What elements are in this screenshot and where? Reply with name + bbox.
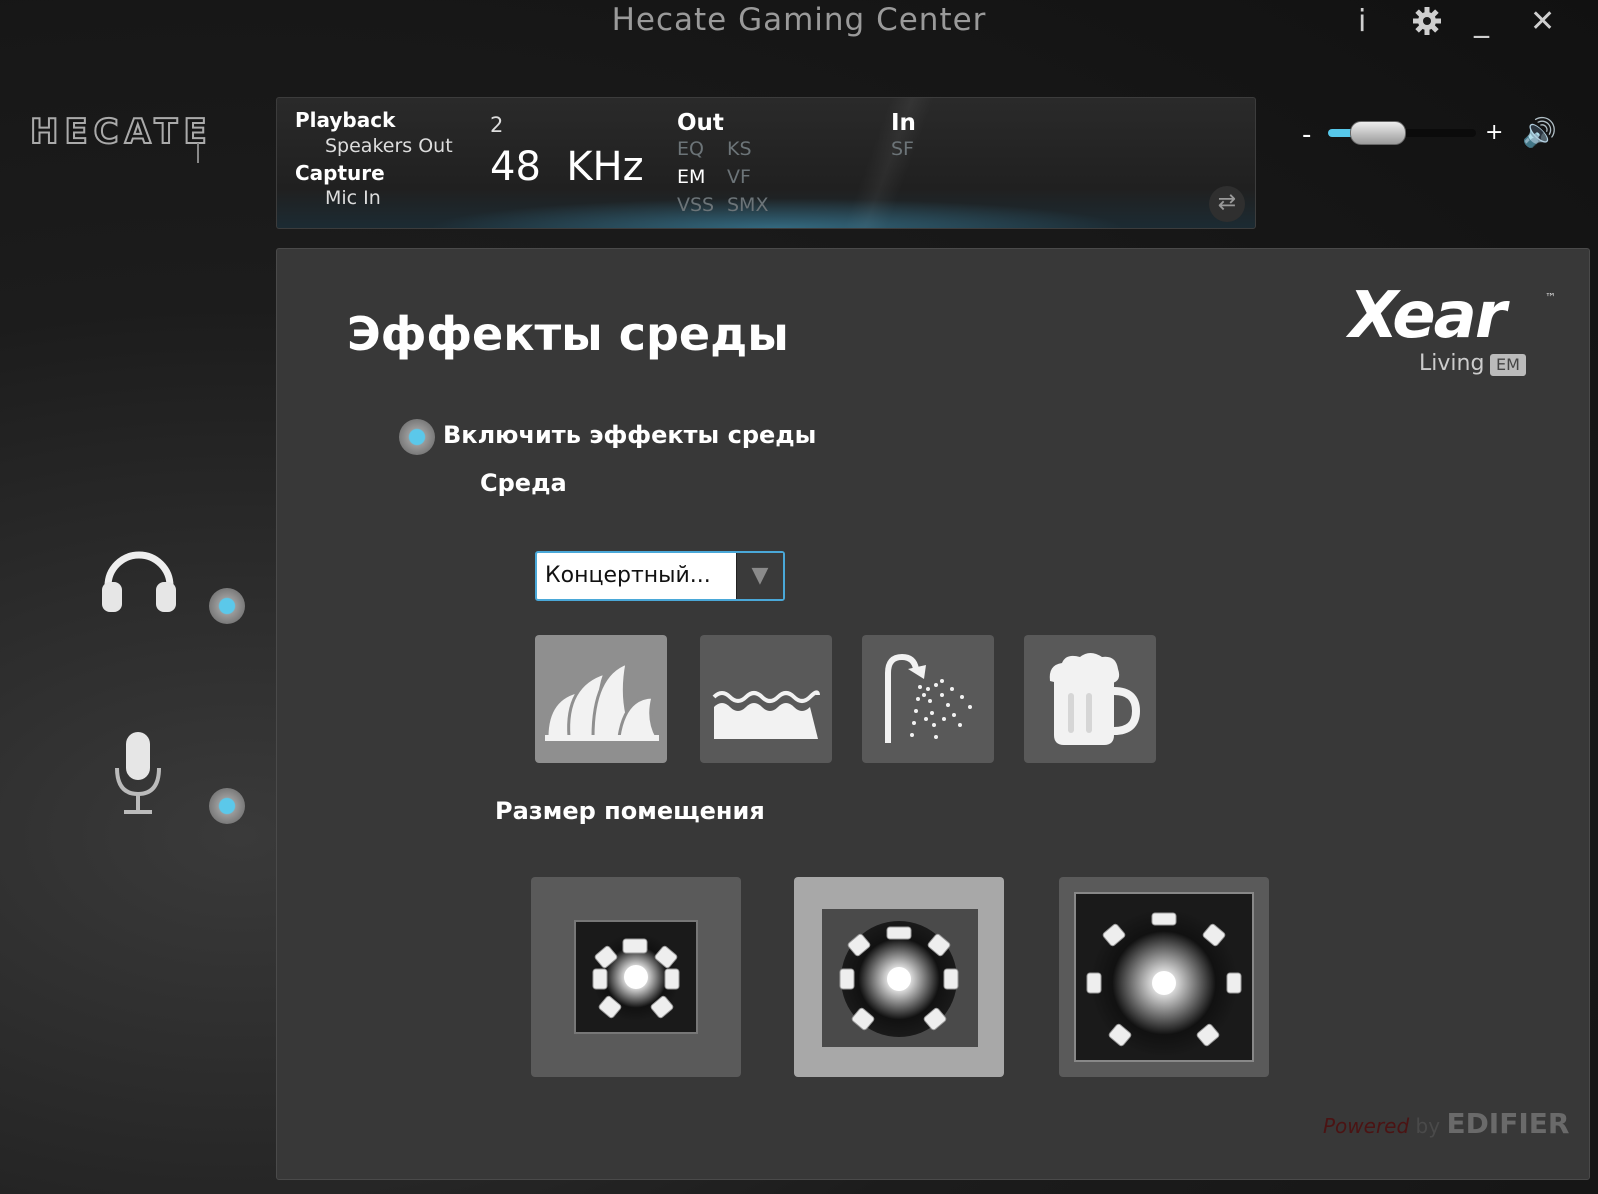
settings-button[interactable] [1412,6,1442,44]
environment-tile-opera[interactable] [535,635,667,763]
page-title: Эффекты среды [347,307,789,361]
powered-text: Powered [1323,1114,1410,1138]
speaker-icon[interactable]: 🔊 [1522,116,1557,149]
large-room-icon [1074,892,1254,1062]
enable-effects-radio[interactable] [399,419,435,455]
edifier-brand: EDIFIER [1446,1107,1570,1140]
xear-tm: ™ [1545,291,1556,304]
environment-tile-shower[interactable] [862,635,994,763]
swap-arrows-icon: ⇄ [1217,190,1237,215]
headphones-toggle[interactable] [209,588,245,624]
headphones-icon [102,551,176,612]
volume-thumb[interactable] [1349,121,1406,145]
powered-by-edifier: Powered by EDIFIER [1323,1107,1569,1140]
environment-tile-pub[interactable] [1024,635,1156,763]
playback-label: Playback [295,108,396,132]
xear-logo-text: Xear [1349,279,1506,353]
info-button[interactable]: i [1358,4,1366,39]
capture-label: Capture [295,161,385,185]
close-button[interactable]: ✕ [1530,4,1555,39]
medium-room-icon [822,909,978,1047]
swap-button[interactable]: ⇄ [1209,186,1245,222]
out-effect-vss: VSS [677,194,715,216]
by-text: by [1409,1114,1447,1138]
headphones-button[interactable] [98,536,180,622]
opera-house-icon [545,660,660,741]
microphone-icon [115,732,161,814]
shower-icon [885,653,972,743]
in-effect-sf: SF [891,138,914,160]
minimize-button[interactable]: _ [1474,4,1489,39]
environment-dropdown-value: Концертный... [545,563,711,588]
environment-dropdown[interactable]: Концертный... ▼ [535,551,785,601]
volume-minus[interactable]: - [1302,120,1311,150]
beer-mug-icon [1049,653,1141,745]
room-size-large[interactable] [1059,877,1269,1077]
capture-device: Mic In [325,187,381,209]
out-label: Out [677,110,724,136]
status-glow [427,198,1127,228]
xear-living: Living [1419,351,1485,376]
volume-plus[interactable]: + [1485,120,1503,145]
out-effect-em: EM [677,166,706,188]
water-icon [712,690,820,739]
microphone-button[interactable] [112,732,164,822]
out-effect-ks: KS [727,138,752,160]
enable-effects-label: Включить эффекты среды [443,421,817,449]
room-size-label: Размер помещения [495,797,765,825]
out-effect-smx: SMX [727,194,769,216]
hecate-logo: HECATE [29,111,213,153]
channel-count: 2 [490,113,504,137]
small-room-icon [574,920,698,1034]
playback-device: Speakers Out [325,135,453,157]
environment-tile-water[interactable] [700,635,832,763]
out-effect-eq: EQ [677,138,704,160]
triangle-down-icon: ▼ [751,563,769,588]
room-size-small[interactable] [531,877,741,1077]
main-panel: Эффекты среды Xear ™ Living EM Включить … [276,248,1590,1180]
xear-logo: Xear ™ Living EM [1349,279,1559,389]
room-size-medium[interactable] [794,877,1004,1077]
dropdown-arrow-button[interactable]: ▼ [736,553,783,599]
sample-rate: 48 KHz [490,144,644,190]
xear-em-badge: EM [1490,354,1526,376]
logo-decoration [197,143,199,163]
gear-icon [1413,7,1441,35]
status-panel: Playback Speakers Out Capture Mic In 2 4… [276,97,1256,229]
in-label: In [891,110,916,136]
out-effect-vf: VF [727,166,751,188]
environment-label: Среда [480,469,567,497]
microphone-toggle[interactable] [209,788,245,824]
